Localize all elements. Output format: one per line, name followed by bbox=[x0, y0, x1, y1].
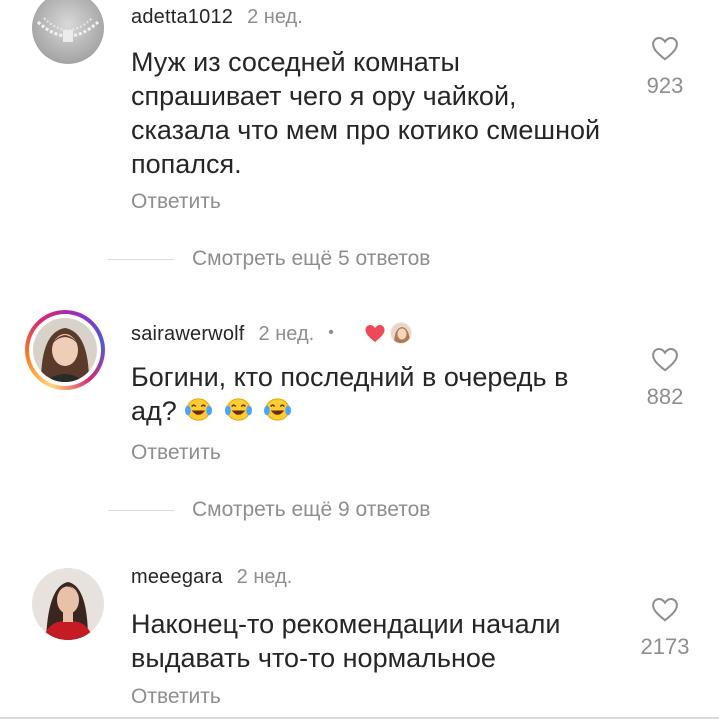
avatar-photo bbox=[32, 568, 104, 640]
timestamp: 2 нед. bbox=[258, 323, 315, 345]
filled-heart-icon bbox=[365, 325, 385, 342]
avatar-meeegara[interactable] bbox=[32, 568, 104, 640]
separator-dot: • bbox=[328, 324, 334, 341]
comment-text: Муж из соседней комнаты спрашивает чего … bbox=[131, 47, 601, 179]
avatar-photo bbox=[33, 318, 97, 382]
timestamp: 2 нед. bbox=[247, 6, 303, 28]
liked-by-author bbox=[362, 321, 412, 345]
laughing-emoji-icon bbox=[224, 398, 252, 421]
like-control: 882 bbox=[634, 344, 696, 410]
view-more-replies-label[interactable]: Смотреть ещё 9 ответов bbox=[192, 498, 430, 522]
author-avatar-icon bbox=[389, 322, 412, 344]
like-count: 923 bbox=[646, 73, 684, 98]
like-count: 882 bbox=[646, 384, 684, 409]
username[interactable]: meeegara bbox=[131, 566, 223, 589]
heart-icon[interactable] bbox=[649, 344, 681, 374]
story-ring bbox=[29, 314, 101, 386]
avatar-adetta1012[interactable] bbox=[32, 0, 104, 64]
avatar-sairawerwolf[interactable] bbox=[25, 310, 105, 390]
laughing-emoji-icon bbox=[185, 398, 213, 421]
heart-icon[interactable] bbox=[649, 33, 681, 63]
like-control: 2173 bbox=[634, 594, 696, 660]
view-more-replies[interactable]: Смотреть ещё 5 ответов bbox=[108, 247, 430, 271]
comment-text: Богини, кто последний в очередь в ад? bbox=[131, 360, 611, 428]
timestamp: 2 нед. bbox=[236, 566, 293, 588]
divider-line bbox=[108, 258, 174, 260]
reply-button[interactable]: Ответить bbox=[131, 685, 221, 709]
divider-line bbox=[108, 509, 174, 511]
username[interactable]: sairawerwolf bbox=[131, 323, 245, 346]
like-control: 923 bbox=[634, 33, 696, 99]
reply-button[interactable]: Ответить bbox=[131, 190, 221, 214]
avatar-photo bbox=[32, 0, 104, 64]
emoji-group bbox=[184, 396, 295, 426]
view-more-replies[interactable]: Смотреть ещё 9 ответов bbox=[108, 498, 430, 522]
laughing-emoji-icon bbox=[264, 398, 292, 421]
heart-icon[interactable] bbox=[649, 594, 681, 624]
reply-button[interactable]: Ответить bbox=[131, 441, 221, 465]
view-more-replies-label[interactable]: Смотреть ещё 5 ответов bbox=[192, 247, 430, 271]
username[interactable]: adetta1012 bbox=[131, 6, 233, 29]
like-count: 2173 bbox=[640, 634, 690, 659]
comment-text: Наконец-то рекомендации начали выдавать … bbox=[131, 609, 561, 673]
